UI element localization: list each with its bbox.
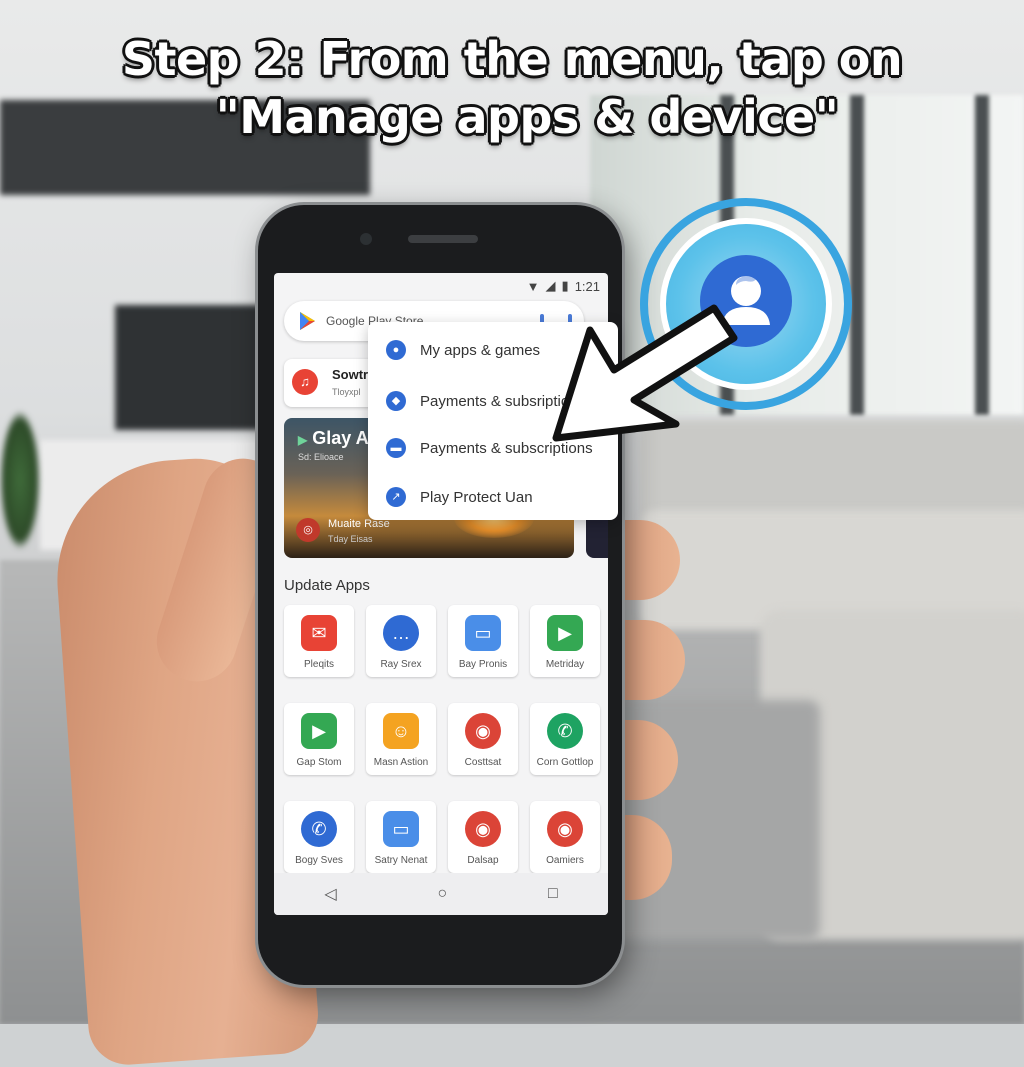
- protect-icon: ↗: [386, 487, 406, 507]
- banner-app-icon: ◎: [296, 518, 320, 542]
- chrome-icon: ◉: [465, 713, 501, 749]
- chat-icon: …: [383, 615, 419, 651]
- status-bar: ▼ ◢ ▮ 1:21: [527, 277, 600, 295]
- app-label: Gap Stom: [296, 757, 342, 768]
- app-label: Corn Gottlop: [536, 757, 594, 768]
- person-icon: ●: [386, 340, 406, 360]
- featured-app-icon: ♫: [292, 369, 318, 395]
- app-tile[interactable]: ▭ Satry Nenat: [366, 801, 436, 873]
- nav-bar: ◁ ○ □: [274, 873, 608, 915]
- play-icon: ▶: [547, 615, 583, 651]
- recents-icon[interactable]: □: [548, 885, 558, 903]
- page-title: Step 2: From the menu, tap on "Manage ap…: [0, 30, 1024, 146]
- front-camera: [360, 233, 372, 245]
- phone-icon: ✆: [547, 713, 583, 749]
- featured-card-title: Sowtr: [332, 367, 369, 382]
- app-label: Metriday: [545, 659, 585, 670]
- wifi-icon: ▼: [526, 278, 540, 294]
- background-plant: [0, 410, 40, 550]
- battery-icon: ▮: [561, 278, 569, 293]
- app-tile[interactable]: ◉ Dalsap: [448, 801, 518, 873]
- app-tile[interactable]: ◉ Costtsat: [448, 703, 518, 775]
- shield-icon: ◆: [386, 391, 406, 411]
- app-tile[interactable]: … Ray Srex: [366, 605, 436, 677]
- app-label: Costtsat: [464, 757, 502, 768]
- app-label: Dalsap: [467, 855, 499, 866]
- section-title: Update Apps: [284, 577, 370, 594]
- app-grid: ✉ Pleqits … Ray Srex ▭ Bay Pronis ▶ Metriday ▶ Ga…: [284, 605, 600, 873]
- app-label: Oamiers: [546, 855, 584, 866]
- banner-play-icon: ▶: [298, 433, 308, 447]
- card-icon: ▬: [386, 438, 406, 458]
- menu-item-play-protect[interactable]: ↗ Play Protect Uan: [368, 473, 618, 521]
- back-icon[interactable]: ◁: [324, 884, 336, 904]
- banner-title: ▶ Glay A: [298, 428, 369, 449]
- app-tile[interactable]: ▶ Metriday: [530, 605, 600, 677]
- app-label: Ray Srex: [380, 659, 422, 670]
- title-line-1: Step 2: From the menu, tap on: [121, 32, 903, 86]
- menu-item-label: My apps & games: [420, 341, 541, 359]
- chrome-icon: ◉: [465, 811, 501, 847]
- signal-icon: ◢: [545, 278, 556, 293]
- app-tile[interactable]: ✆ Bogy Sves: [284, 801, 354, 873]
- app-tile[interactable]: ✆ Corn Gottlop: [530, 703, 600, 775]
- app-tile[interactable]: ✉ Pleqits: [284, 605, 354, 677]
- play-icon: ▶: [301, 713, 337, 749]
- app-label: Bay Pronis: [458, 659, 508, 670]
- app-tile[interactable]: ▶ Gap Stom: [284, 703, 354, 775]
- app-label: Masn Astion: [373, 757, 429, 768]
- status-time: 1:21: [574, 278, 600, 294]
- featured-card-subtitle: Tloyxpl: [332, 387, 361, 397]
- message-icon: ▭: [465, 615, 501, 651]
- title-line-2: "Manage apps & device": [215, 90, 839, 144]
- app-label: Satry Nenat: [374, 855, 428, 866]
- banner-title-text: Glay A: [312, 428, 369, 448]
- people-icon: ☺: [383, 713, 419, 749]
- menu-item-label: Play Protect Uan: [420, 488, 533, 506]
- home-icon[interactable]: ○: [437, 885, 447, 903]
- banner-subtitle: Sd: Elioace: [298, 452, 344, 462]
- app-tile[interactable]: ☺ Masn Astion: [366, 703, 436, 775]
- message-icon: ▭: [383, 811, 419, 847]
- phone-icon: ✆: [301, 811, 337, 847]
- chrome-icon: ◉: [547, 811, 583, 847]
- app-label: Bogy Sves: [295, 855, 343, 866]
- background-tv: [115, 305, 265, 430]
- app-label: Pleqits: [303, 659, 334, 670]
- banner-app-subtitle: Tday Eisas: [328, 534, 373, 544]
- app-tile[interactable]: ◉ Oamiers: [530, 801, 600, 873]
- app-tile[interactable]: ▭ Bay Pronis: [448, 605, 518, 677]
- play-store-icon: [300, 312, 315, 330]
- earpiece: [408, 235, 478, 243]
- pointer-arrow-icon: [552, 304, 738, 442]
- gmail-icon: ✉: [301, 615, 337, 651]
